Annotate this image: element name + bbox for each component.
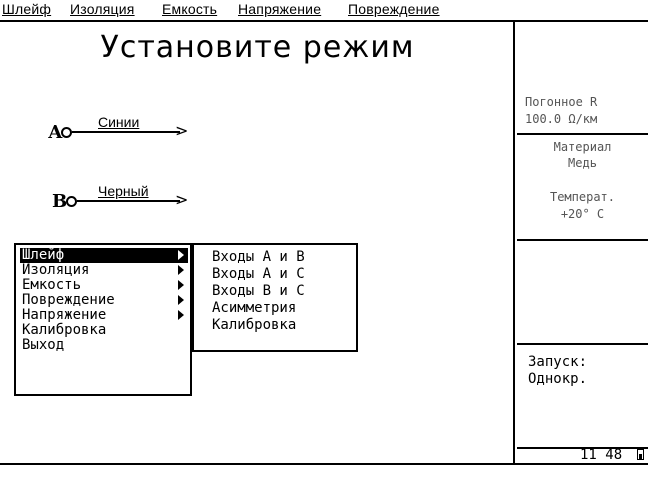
- submenu-item-inputs-b-c[interactable]: Входы В и С: [212, 283, 305, 300]
- terminal-b-connector-icon: [66, 196, 77, 207]
- mode-menu: Шлейф Изоляция Емкость Повреждение Напря…: [14, 243, 192, 396]
- clock: 11 48: [580, 447, 623, 463]
- submenu-item-inputs-a-b[interactable]: Входы А и В: [212, 249, 305, 266]
- terminal-a-connector-icon: [61, 127, 72, 138]
- terminal-b-arrow-icon: >: [175, 190, 189, 209]
- menu-item-label: Шлейф: [22, 247, 65, 263]
- terminal-b-letter: В: [52, 191, 68, 212]
- menu-napryazhenie[interactable]: Напряжение: [238, 1, 321, 17]
- menu-emkost[interactable]: Емкость: [162, 1, 217, 17]
- material-value: Медь: [568, 156, 597, 170]
- resistance-label: Погонное R: [525, 95, 598, 109]
- menu-item-napryazhenie[interactable]: Напряжение: [20, 308, 188, 323]
- temperature-value: +20° С: [560, 207, 605, 221]
- launch-value: Однокр.: [528, 371, 588, 387]
- terminal-b-wire: [77, 200, 180, 202]
- menu-item-shleif[interactable]: Шлейф: [20, 248, 188, 263]
- material-label: Материал: [553, 140, 612, 154]
- panel-divider: [517, 239, 648, 241]
- menu-povrezhdenie[interactable]: Повреждение: [348, 1, 440, 17]
- submenu-arrow-icon: [178, 280, 184, 290]
- menu-izolyatsiya[interactable]: Изоляция: [70, 1, 135, 17]
- menu-item-label: Калибровка: [22, 322, 107, 338]
- submenu-arrow-icon: [178, 265, 184, 275]
- launch-label: Запуск:: [528, 354, 588, 370]
- menu-item-kalibrovka[interactable]: Калибровка: [20, 323, 188, 338]
- submenu-arrow-icon: [178, 310, 184, 320]
- menu-item-label: Напряжение: [22, 307, 107, 323]
- menu-shleif[interactable]: Шлейф: [2, 1, 51, 17]
- menu-item-exit[interactable]: Выход: [20, 338, 188, 353]
- terminal-a-wire-label: Синии: [98, 114, 140, 130]
- panel-divider: [517, 343, 648, 345]
- submenu-item-calibration[interactable]: Калибровка: [212, 317, 296, 334]
- menu-bar: Шлейф Изоляция Емкость Напряжение Повреж…: [0, 0, 648, 22]
- submenu-arrow-icon: [178, 295, 184, 305]
- menu-item-label: Изоляция: [22, 262, 90, 278]
- submenu-shleif: Входы А и В Входы А и С Входы В и С Асим…: [192, 243, 358, 352]
- terminal-a-arrow-icon: >: [175, 121, 189, 140]
- menu-item-povrezhdenie[interactable]: Повреждение: [20, 293, 188, 308]
- terminal-a-wire: [72, 131, 180, 133]
- menu-item-izolyatsiya[interactable]: Изоляция: [20, 263, 188, 278]
- bottom-divider: [0, 463, 648, 465]
- panel-divider: [517, 133, 648, 135]
- status-panel: [517, 20, 648, 463]
- submenu-item-inputs-a-c[interactable]: Входы А и С: [212, 266, 305, 283]
- menu-item-label: Повреждение: [22, 292, 115, 308]
- submenu-arrow-icon: [178, 250, 184, 260]
- terminal-b-wire-label: Черный: [98, 183, 149, 199]
- temperature-label: Температ.: [549, 190, 616, 204]
- menu-item-emkost[interactable]: Емкость: [20, 278, 188, 293]
- submenu-item-asymmetry[interactable]: Асимметрия: [212, 300, 296, 317]
- main-area: [0, 20, 515, 463]
- battery-icon: [637, 447, 644, 460]
- resistance-value: 100.0 Ω/км: [525, 112, 598, 126]
- menu-item-label: Емкость: [22, 277, 82, 293]
- page-title: Установите режим: [100, 30, 415, 65]
- menu-item-label: Выход: [22, 337, 65, 353]
